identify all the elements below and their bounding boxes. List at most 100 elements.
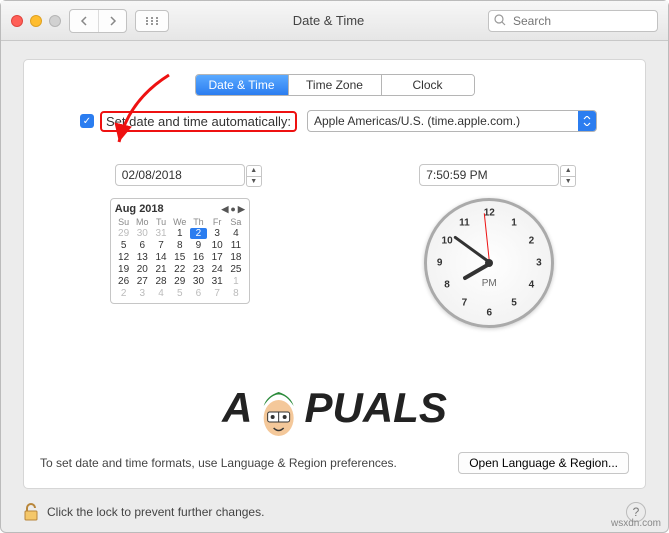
calendar-day-muted: 2 bbox=[115, 288, 133, 299]
analog-clock: 12 1 2 3 4 5 6 7 8 9 10 11 bbox=[424, 198, 554, 328]
calendar-day-muted: 5 bbox=[171, 288, 189, 299]
calendar-day[interactable]: 15 bbox=[171, 252, 189, 263]
time-server-select[interactable]: Apple Americas/U.S. (time.apple.com.) bbox=[307, 110, 597, 132]
chevron-down-icon bbox=[578, 111, 596, 131]
calendar-day[interactable]: 30 bbox=[190, 276, 208, 287]
calendar-dow: Mo bbox=[133, 217, 151, 227]
appuals-mascot-icon bbox=[254, 378, 302, 438]
preferences-window: Date & Time Date & Time Time Zone Clock … bbox=[0, 0, 669, 533]
back-button[interactable] bbox=[70, 10, 98, 32]
search-icon bbox=[494, 14, 506, 29]
clock-num-11: 11 bbox=[459, 218, 470, 229]
calendar-dow: Su bbox=[115, 217, 133, 227]
calendar: Aug 2018 ◀ ● ▶ SuMoTuWeThFrSa29303112345… bbox=[110, 198, 250, 304]
clock-num-9: 9 bbox=[437, 258, 443, 269]
clock-num-5: 5 bbox=[511, 297, 517, 308]
clock-num-2: 2 bbox=[529, 235, 535, 246]
clock-num-8: 8 bbox=[444, 280, 450, 291]
calendar-dow: Th bbox=[190, 217, 208, 227]
calendar-day[interactable]: 28 bbox=[152, 276, 170, 287]
zoom-window-button bbox=[49, 15, 61, 27]
calendar-day[interactable]: 22 bbox=[171, 264, 189, 275]
calendar-day-muted: 30 bbox=[133, 228, 151, 239]
calendar-day[interactable]: 8 bbox=[171, 240, 189, 251]
calendar-day[interactable]: 17 bbox=[208, 252, 226, 263]
tab-clock[interactable]: Clock bbox=[382, 75, 474, 95]
traffic-lights bbox=[11, 15, 61, 27]
time-value: 7:50:59 PM bbox=[426, 168, 487, 182]
calendar-day[interactable]: 18 bbox=[227, 252, 245, 263]
calendar-prev-button[interactable]: ◀ bbox=[221, 204, 228, 215]
nav-group bbox=[69, 9, 127, 33]
time-server-value: Apple Americas/U.S. (time.apple.com.) bbox=[314, 114, 520, 128]
clock-num-6: 6 bbox=[486, 307, 492, 318]
calendar-day[interactable]: 6 bbox=[133, 240, 151, 251]
clock-ampm: PM bbox=[482, 278, 497, 289]
preferences-panel: Date & Time Time Zone Clock ✓ Set date a… bbox=[23, 59, 646, 489]
calendar-grid: SuMoTuWeThFrSa29303112345678910111213141… bbox=[115, 217, 245, 299]
calendar-day[interactable]: 7 bbox=[152, 240, 170, 251]
date-stepper[interactable]: ▲▼ bbox=[246, 165, 262, 187]
time-field[interactable]: 7:50:59 PM ▲▼ bbox=[419, 164, 559, 186]
content: Date & Time Time Zone Clock ✓ Set date a… bbox=[1, 41, 668, 532]
minimize-window-button[interactable] bbox=[30, 15, 42, 27]
time-stepper[interactable]: ▲▼ bbox=[560, 165, 576, 187]
calendar-day[interactable]: 1 bbox=[171, 228, 189, 239]
titlebar: Date & Time bbox=[1, 1, 668, 41]
calendar-day[interactable]: 12 bbox=[115, 252, 133, 263]
calendar-dow: Fr bbox=[208, 217, 226, 227]
calendar-day[interactable]: 11 bbox=[227, 240, 245, 251]
calendar-day[interactable]: 24 bbox=[208, 264, 226, 275]
calendar-day[interactable]: 19 bbox=[115, 264, 133, 275]
clock-num-12: 12 bbox=[484, 208, 495, 219]
tab-date-time[interactable]: Date & Time bbox=[196, 75, 289, 95]
calendar-day[interactable]: 27 bbox=[133, 276, 151, 287]
time-column: 7:50:59 PM ▲▼ 12 1 2 3 4 5 6 7 8 9 bbox=[350, 164, 630, 328]
open-language-region-button[interactable]: Open Language & Region... bbox=[458, 452, 629, 474]
calendar-today-button[interactable]: ● bbox=[230, 204, 235, 215]
date-time-columns: 02/08/2018 ▲▼ Aug 2018 ◀ ● ▶ SuMoTuW bbox=[40, 164, 629, 328]
date-field[interactable]: 02/08/2018 ▲▼ bbox=[115, 164, 245, 186]
auto-set-row: ✓ Set date and time automatically: Apple… bbox=[80, 110, 629, 132]
calendar-day[interactable]: 16 bbox=[190, 252, 208, 263]
close-window-button[interactable] bbox=[11, 15, 23, 27]
date-column: 02/08/2018 ▲▼ Aug 2018 ◀ ● ▶ SuMoTuW bbox=[40, 164, 320, 328]
calendar-dow: Sa bbox=[227, 217, 245, 227]
calendar-day[interactable]: 31 bbox=[208, 276, 226, 287]
forward-button[interactable] bbox=[98, 10, 126, 32]
calendar-day[interactable]: 26 bbox=[115, 276, 133, 287]
credit-text: wsxdn.com bbox=[611, 518, 661, 529]
auto-set-checkbox[interactable]: ✓ bbox=[80, 114, 94, 128]
tab-segmented-control: Date & Time Time Zone Clock bbox=[195, 74, 475, 96]
tab-time-zone[interactable]: Time Zone bbox=[289, 75, 382, 95]
calendar-day[interactable]: 3 bbox=[208, 228, 226, 239]
calendar-day[interactable]: 9 bbox=[190, 240, 208, 251]
calendar-day-muted: 4 bbox=[152, 288, 170, 299]
clock-num-10: 10 bbox=[442, 235, 453, 246]
calendar-day[interactable]: 20 bbox=[133, 264, 151, 275]
calendar-day[interactable]: 14 bbox=[152, 252, 170, 263]
footer-row: To set date and time formats, use Langua… bbox=[40, 452, 629, 474]
calendar-day[interactable]: 4 bbox=[227, 228, 245, 239]
calendar-month-label: Aug 2018 bbox=[115, 203, 164, 215]
calendar-day-muted: 8 bbox=[227, 288, 245, 299]
search-input[interactable] bbox=[488, 10, 658, 32]
watermark-logo: A PUALS bbox=[222, 378, 447, 438]
calendar-day[interactable]: 29 bbox=[171, 276, 189, 287]
calendar-dow: Tu bbox=[152, 217, 170, 227]
calendar-day[interactable]: 21 bbox=[152, 264, 170, 275]
calendar-day[interactable]: 13 bbox=[133, 252, 151, 263]
lock-icon[interactable] bbox=[23, 502, 39, 522]
clock-num-4: 4 bbox=[529, 280, 535, 291]
show-all-button[interactable] bbox=[135, 10, 169, 32]
lock-text: Click the lock to prevent further change… bbox=[47, 505, 264, 519]
calendar-day[interactable]: 5 bbox=[115, 240, 133, 251]
calendar-day[interactable]: 25 bbox=[227, 264, 245, 275]
date-value: 02/08/2018 bbox=[122, 168, 182, 182]
calendar-day-muted: 6 bbox=[190, 288, 208, 299]
calendar-next-button[interactable]: ▶ bbox=[238, 204, 245, 215]
calendar-day[interactable]: 2 bbox=[190, 228, 208, 239]
calendar-day[interactable]: 23 bbox=[190, 264, 208, 275]
calendar-day[interactable]: 10 bbox=[208, 240, 226, 251]
chevron-up-icon: ▲ bbox=[247, 166, 261, 177]
